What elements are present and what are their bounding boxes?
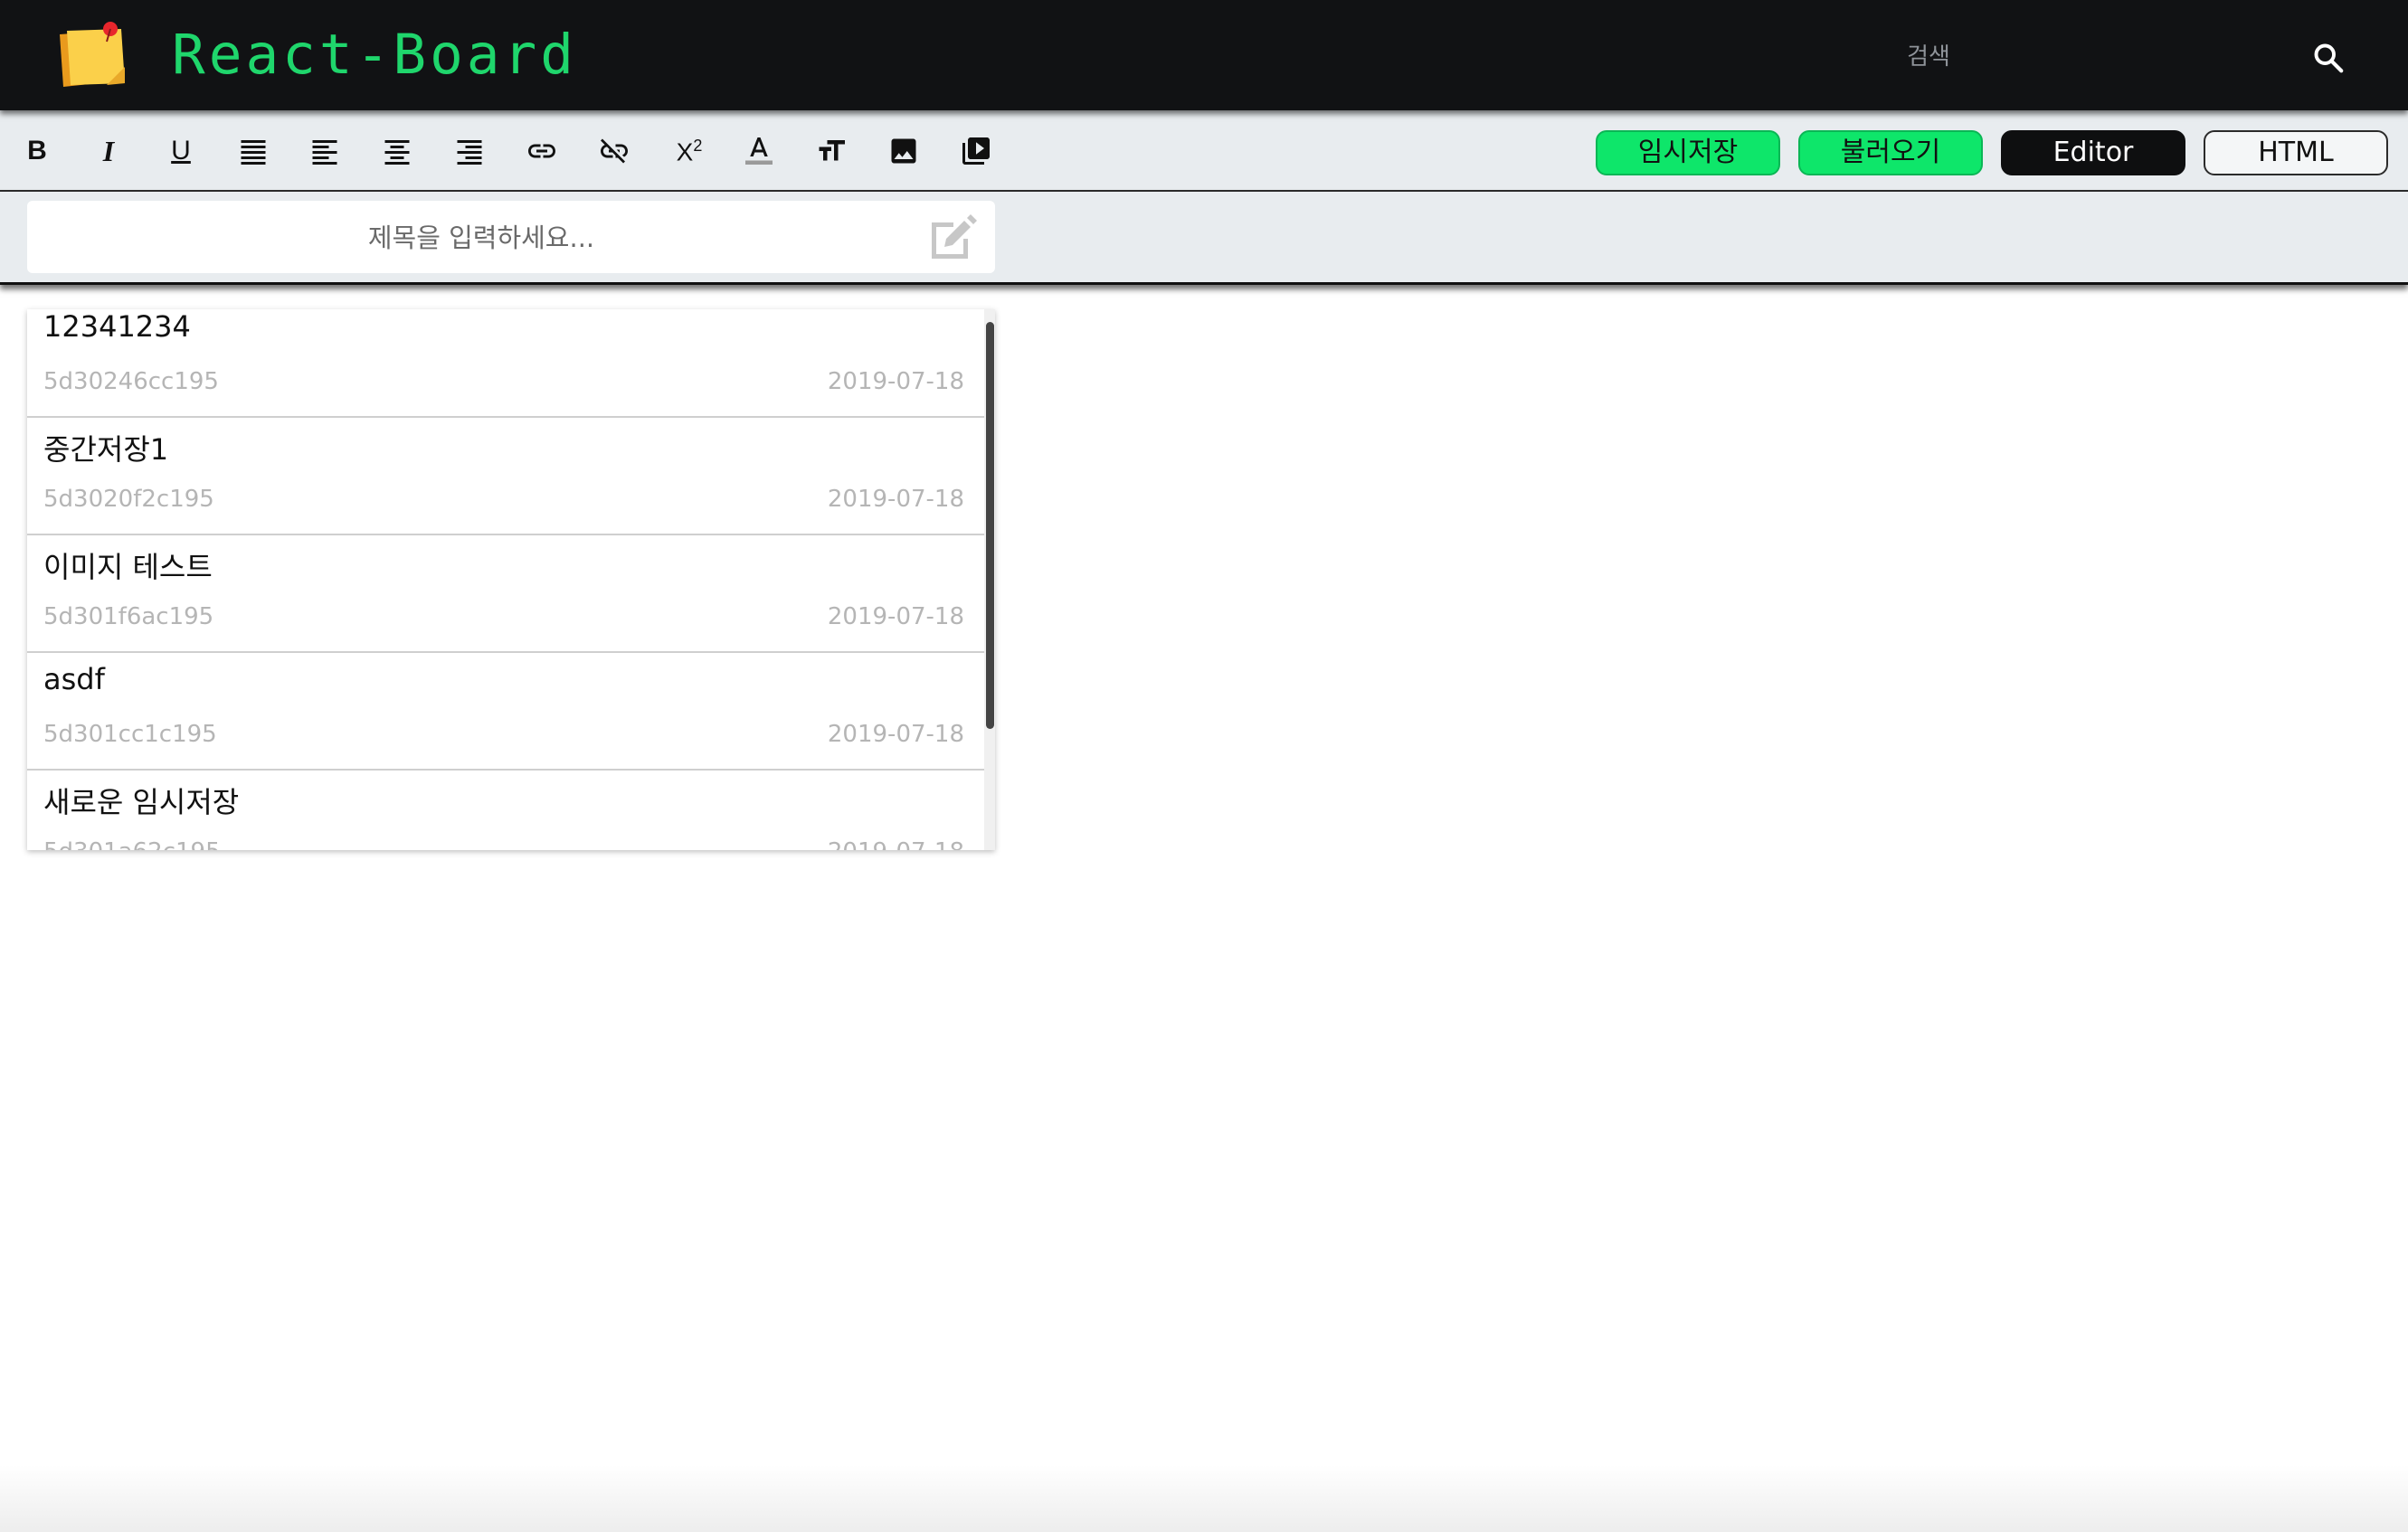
superscript-button[interactable]: X2 (667, 132, 712, 170)
font-color-button[interactable] (740, 132, 778, 170)
sticky-note-logo-icon (60, 22, 125, 87)
image-button[interactable] (885, 132, 923, 170)
link-icon (528, 144, 555, 158)
font-size-icon (819, 140, 845, 161)
app-header: React-Board (0, 0, 2408, 110)
title-bar (0, 192, 2408, 285)
bold-button[interactable]: B (18, 132, 56, 170)
align-left-icon (312, 140, 337, 165)
item-title: 이미지 테스트 (43, 550, 213, 584)
font-color-icon (745, 137, 773, 165)
align-left-button[interactable] (306, 132, 344, 170)
italic-button[interactable]: I (90, 132, 128, 170)
item-date: 2019-07-18 (827, 368, 964, 395)
item-title: 12341234 (43, 309, 191, 344)
title-input[interactable] (27, 201, 935, 275)
item-date: 2019-07-18 (827, 721, 964, 748)
list-item[interactable]: 이미지 테스트 5d301f6ac195 2019-07-18 (27, 535, 984, 653)
align-center-button[interactable] (378, 132, 416, 170)
align-justify-button[interactable] (234, 132, 272, 170)
list-item[interactable]: asdf 5d301cc1c195 2019-07-18 (27, 653, 984, 771)
scrollbar-thumb[interactable] (986, 322, 994, 729)
item-title: asdf (43, 662, 105, 696)
item-id: 5d3020f2c195 (43, 486, 214, 513)
item-title: 새로운 임시저장 (43, 785, 240, 819)
unlink-button[interactable] (595, 132, 633, 170)
item-date: 2019-07-18 (827, 486, 964, 513)
html-mode-button[interactable]: HTML (2204, 130, 2388, 175)
saved-drafts-list[interactable]: 12341234 5d30246cc195 2019-07-18 중간저장1 5… (27, 309, 995, 850)
editor-mode-button[interactable]: Editor (2001, 130, 2185, 175)
video-library-icon (962, 137, 990, 165)
item-id: 5d301f6ac195 (43, 603, 214, 630)
list-items: 12341234 5d30246cc195 2019-07-18 중간저장1 5… (27, 309, 984, 850)
font-size-button[interactable] (812, 132, 850, 170)
bottom-shade (0, 1465, 2408, 1532)
align-center-icon (384, 140, 410, 165)
item-id: 5d30246cc195 (43, 368, 219, 395)
item-id: 5d301a62c195 (43, 838, 221, 850)
item-id: 5d301cc1c195 (43, 721, 217, 748)
list-item[interactable]: 중간저장1 5d3020f2c195 2019-07-18 (27, 418, 984, 535)
image-icon (891, 138, 916, 164)
editor-toolbar: B I U X2 임시저장 불러오기 Editor HTML (0, 110, 2408, 192)
load-button[interactable]: 불러오기 (1798, 130, 1983, 175)
align-justify-icon (241, 140, 266, 165)
link-button[interactable] (523, 132, 561, 170)
list-item[interactable]: 새로운 임시저장 5d301a62c195 2019-07-18 (27, 771, 984, 850)
temp-save-button[interactable]: 임시저장 (1596, 130, 1780, 175)
video-button[interactable] (957, 132, 995, 170)
search-icon[interactable] (2312, 42, 2345, 74)
underline-button[interactable]: U (162, 132, 200, 170)
item-date: 2019-07-18 (828, 838, 964, 850)
item-title: 중간저장1 (43, 432, 169, 467)
edit-icon[interactable] (926, 212, 981, 262)
item-date: 2019-07-18 (827, 603, 964, 630)
list-item[interactable]: 12341234 5d30246cc195 2019-07-18 (27, 309, 984, 418)
title-field-container (27, 201, 995, 275)
search-input[interactable] (1791, 31, 2066, 83)
unlink-icon (601, 138, 628, 164)
brand-title[interactable]: React-Board (172, 18, 577, 92)
align-right-button[interactable] (450, 132, 488, 170)
align-right-icon (457, 140, 482, 165)
